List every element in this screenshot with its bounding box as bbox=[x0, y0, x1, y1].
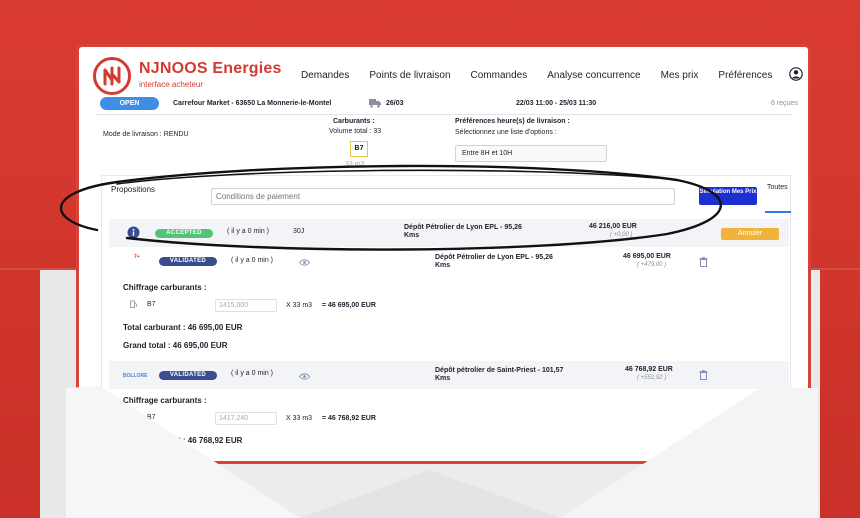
truck-icon bbox=[369, 99, 381, 108]
order-status-badge: OPEN bbox=[100, 97, 159, 110]
delivery-mode: Mode de livraison : RENDU bbox=[103, 131, 189, 138]
nav-points-livraison[interactable]: Points de livraison bbox=[369, 70, 450, 81]
nav-mes-prix[interactable]: Mes prix bbox=[661, 70, 699, 81]
nav-preferences[interactable]: Préférences bbox=[718, 70, 772, 81]
delivery-pref-hint: Sélectionnez une liste d'options : bbox=[455, 129, 557, 136]
eye-icon[interactable] bbox=[299, 259, 310, 266]
cancel-button[interactable]: Annuler bbox=[721, 228, 779, 240]
row-price: 46 695,00 EUR bbox=[623, 253, 671, 260]
chiffrage-fuel: B7 bbox=[147, 414, 156, 421]
filter-all-tab[interactable]: Toutes bbox=[767, 184, 788, 191]
brand-logo-icon[interactable] bbox=[93, 57, 131, 95]
main-nav: Demandes Points de livraison Commandes A… bbox=[301, 70, 792, 81]
status-validated-badge: VALIDATED bbox=[159, 371, 217, 380]
row-price-diff: ( +0,00 ) bbox=[610, 232, 633, 238]
brand-subtitle: interface acheteur bbox=[139, 80, 204, 89]
chiffrage-line-total: = 46 695,00 EUR bbox=[322, 302, 376, 309]
row-price: 46 216,00 EUR bbox=[589, 223, 637, 230]
chiffrage-qty: X 33 m3 bbox=[286, 415, 313, 422]
info-divider bbox=[95, 114, 792, 115]
order-responses: 6 reçues bbox=[771, 100, 798, 107]
delivery-pref-label: Préférences heure(s) de livraison : bbox=[455, 118, 570, 125]
order-delivery-date: 26/03 bbox=[386, 100, 404, 107]
chiffrage-line-total: = 46 768,92 EUR bbox=[322, 415, 376, 422]
chiffrage-qty: X 33 m3 bbox=[286, 302, 313, 309]
row-depot: Dépôt Pétrolier de Lyon EPL - 95,26 Kms bbox=[435, 254, 553, 269]
unit-price-input[interactable]: 1417,240 bbox=[215, 412, 277, 425]
chiffrage-fuel: B7 bbox=[147, 301, 156, 308]
simulation-prix-button[interactable]: Simulation Mes Prix bbox=[699, 187, 757, 205]
brand-name: NJNOOS Energies bbox=[139, 60, 282, 77]
fuel-volume: 33 m3 bbox=[345, 161, 365, 168]
fuel-chip-b7[interactable]: B7 bbox=[350, 141, 368, 157]
nav-commandes[interactable]: Commandes bbox=[471, 70, 528, 81]
row-time: ( il y a 0 min ) bbox=[227, 228, 270, 235]
order-window: 22/03 11:00 - 25/03 11:30 bbox=[516, 100, 597, 107]
filter-all-underline bbox=[765, 211, 791, 213]
status-accepted-badge: ACCEPTED bbox=[155, 229, 213, 238]
volume-total: Volume total : 33 bbox=[329, 128, 382, 135]
trash-icon[interactable] bbox=[699, 370, 708, 380]
fuel-pump-icon bbox=[130, 300, 137, 308]
order-client: Carrefour Market - 63650 La Monnerie-le-… bbox=[173, 100, 332, 107]
chiffrage-title: Chiffrage carburants : bbox=[123, 283, 207, 292]
info-circle-icon[interactable] bbox=[127, 226, 140, 239]
row-price: 46 768,92 EUR bbox=[625, 366, 673, 373]
row-time: ( il y a 0 min ) bbox=[231, 370, 274, 377]
supplier-logo: 7+ bbox=[134, 254, 140, 260]
row-time: ( il y a 0 min ) bbox=[231, 257, 274, 264]
grand-total: Grand total : 46 695,00 EUR bbox=[123, 341, 228, 350]
row-depot: Dépôt Pétrolier de Lyon EPL - 95,26 Kms bbox=[404, 224, 522, 239]
trash-icon[interactable] bbox=[699, 257, 708, 267]
unit-price-input[interactable]: 1415,000 bbox=[215, 299, 277, 312]
row-delay: 30J bbox=[293, 228, 305, 235]
logo-n-icon bbox=[103, 66, 121, 86]
payment-conditions-input[interactable] bbox=[211, 188, 675, 205]
total-carburant: Total carburant : 46 695,00 EUR bbox=[123, 323, 243, 332]
eye-icon[interactable] bbox=[299, 373, 310, 380]
status-validated-badge: VALIDATED bbox=[159, 257, 217, 266]
supplier-logo: BOLLORE bbox=[123, 373, 148, 379]
total-carburant: Total carburant : 46 768,92 EUR bbox=[123, 436, 243, 445]
propositions-title: Propositions bbox=[111, 185, 156, 194]
app-card: NJNOOS Energies interface acheteur Deman… bbox=[76, 44, 811, 464]
nav-analyse-concurrence[interactable]: Analyse concurrence bbox=[547, 70, 640, 81]
row-depot: Dépôt pétrolier de Saint-Priest - 101,57… bbox=[435, 367, 564, 382]
user-account-icon[interactable] bbox=[789, 67, 803, 81]
delivery-pref-select[interactable]: Entre 8H et 10H bbox=[455, 145, 607, 162]
row-price-diff: ( +552,92 ) bbox=[637, 375, 667, 381]
app-inner: NJNOOS Energies interface acheteur Deman… bbox=[79, 47, 808, 461]
fuels-label: Carburants : bbox=[333, 118, 375, 125]
row-price-diff: ( +479,00 ) bbox=[637, 262, 667, 268]
nav-demandes[interactable]: Demandes bbox=[301, 70, 349, 81]
chiffrage-title: Chiffrage carburants : bbox=[123, 396, 207, 405]
